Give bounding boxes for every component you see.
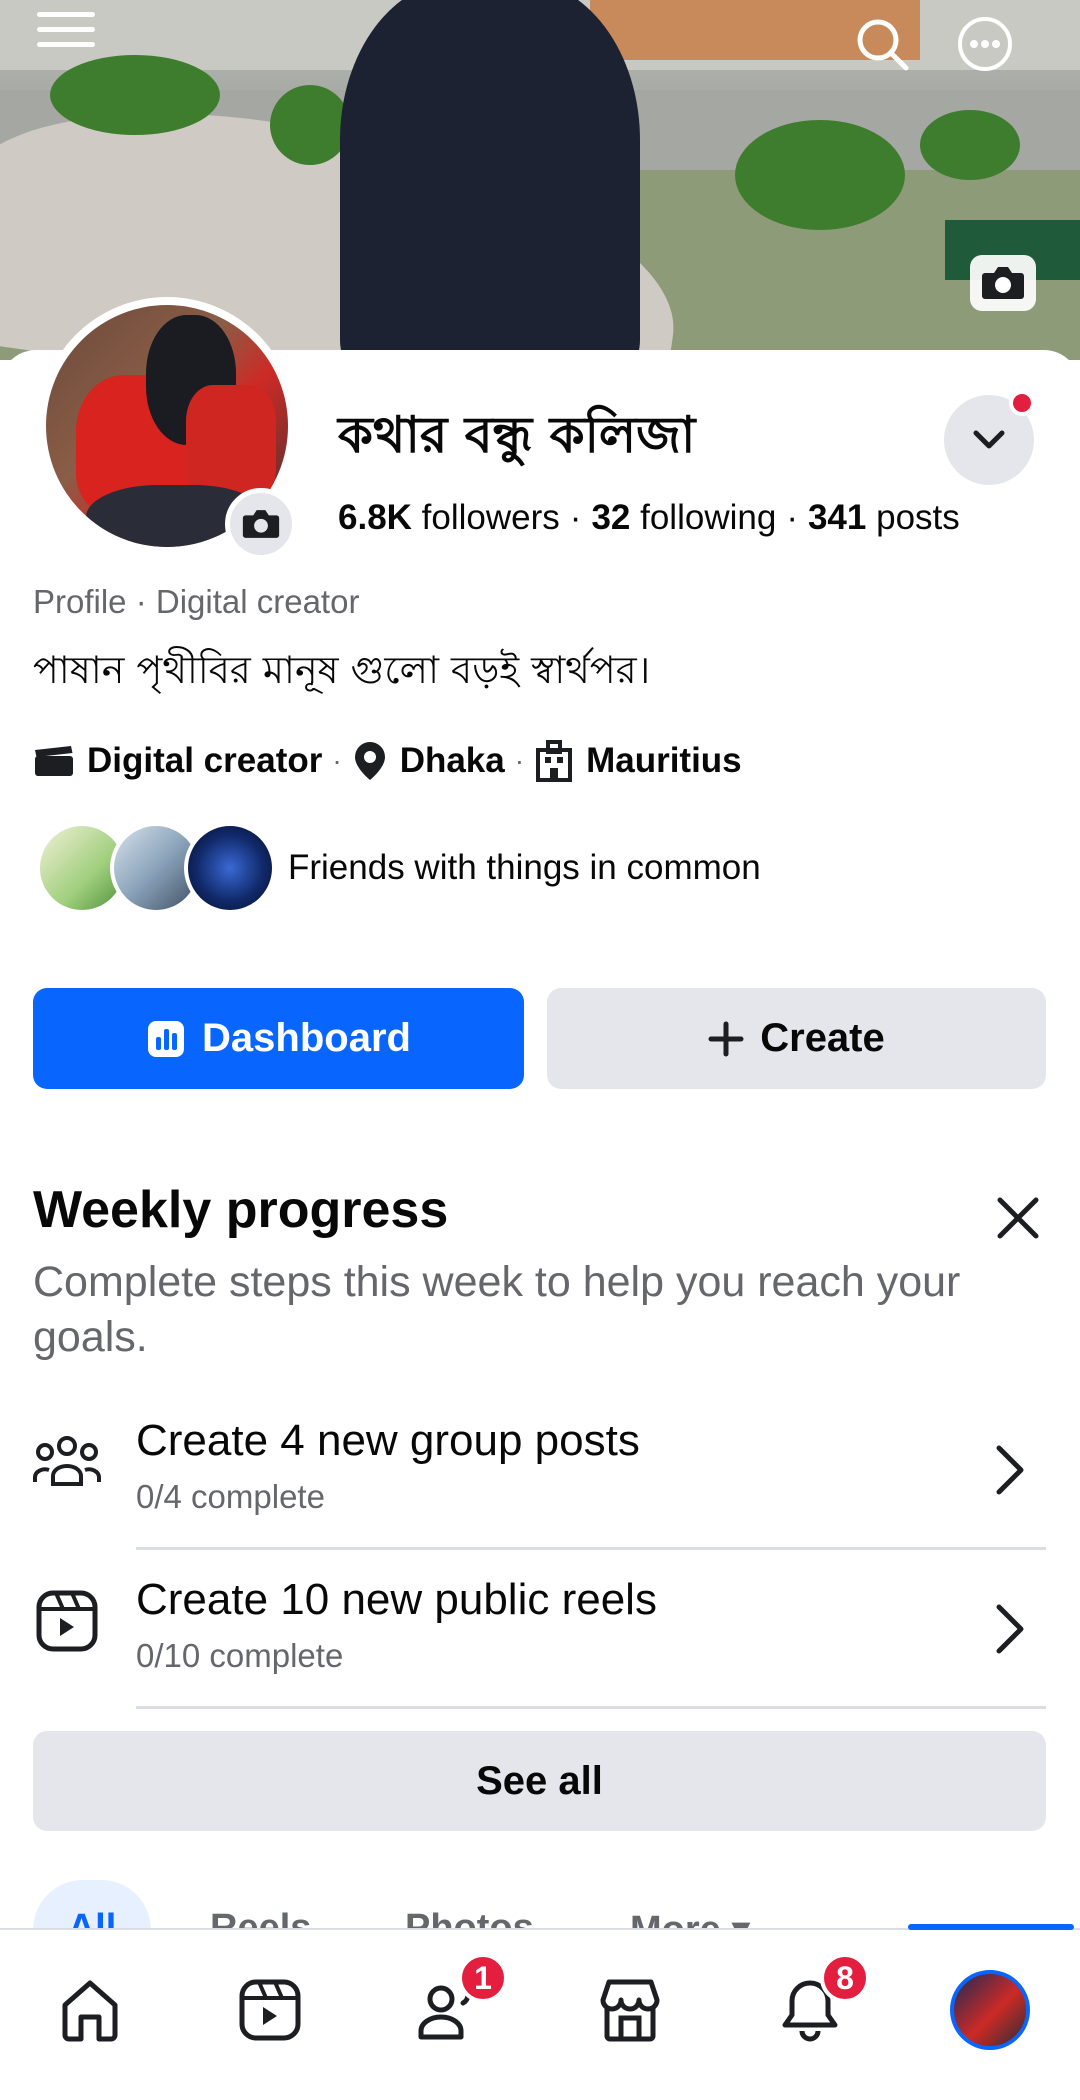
home-icon (62, 1980, 118, 2042)
divider (136, 1547, 1046, 1550)
detail-label: Digital creator (87, 741, 323, 780)
task-title: Create 4 new group posts (136, 1416, 640, 1465)
profile-details: Digital creator · Dhaka · Mauritius (33, 736, 742, 786)
task-title: Create 10 new public reels (136, 1575, 657, 1624)
profile-bio: পাষান পৃথীবির মানূষ গুলো বড়ই স্বার্থপর। (33, 648, 651, 692)
caret-down-icon: ▾ (731, 1909, 751, 1930)
tab-all[interactable]: All (33, 1880, 151, 1930)
profile-name: কথার বন্ধু কলিজা (338, 406, 696, 464)
tab-reels[interactable]: Reels (210, 1907, 311, 1930)
reels-icon (33, 1587, 101, 1655)
see-all-button[interactable]: See all (33, 1731, 1046, 1831)
followers-label[interactable]: followers (422, 498, 560, 537)
notification-dot (1009, 390, 1035, 416)
dashboard-button[interactable]: Dashboard (33, 988, 524, 1089)
dashboard-icon (148, 1020, 185, 1057)
clapperboard-icon (35, 746, 73, 776)
task-item-group-posts[interactable]: Create 4 new group posts 0/4 complete (0, 1400, 1080, 1550)
cover-bush (735, 120, 905, 230)
following-label[interactable]: following (640, 498, 776, 537)
active-tab-indicator (908, 1924, 1074, 1930)
posts-count: 341 (807, 498, 867, 537)
plus-icon (708, 1021, 744, 1056)
chevron-right-icon (985, 1440, 1035, 1500)
close-icon[interactable] (990, 1190, 1046, 1246)
marketplace-icon (600, 1979, 660, 2042)
reels-icon (239, 1979, 301, 2041)
cover-bush (270, 85, 350, 165)
chevron-down-icon (973, 430, 1005, 449)
menu-icon[interactable] (36, 0, 96, 60)
profile-page: কথার বন্ধু কলিজা 6.8K followers · 32 follo… (0, 0, 1080, 2100)
profile-stats: 6.8K followers · 32 following · 341 posts (338, 498, 960, 537)
more-options-icon[interactable] (955, 14, 1015, 74)
detail-label: Dhaka (399, 741, 505, 780)
detail-location: Dhaka (352, 740, 505, 782)
group-icon (33, 1428, 101, 1496)
cover-bush (920, 110, 1020, 180)
create-label: Create (760, 1016, 885, 1060)
nav-reels[interactable] (220, 1960, 320, 2060)
detail-digital-creator: Digital creator (33, 741, 322, 781)
profile-camera-icon[interactable] (225, 488, 297, 560)
notifications-badge: 8 (820, 1953, 870, 2003)
task-item-public-reels[interactable]: Create 10 new public reels 0/10 complete (0, 1559, 1080, 1709)
nav-profile[interactable] (940, 1960, 1040, 2060)
detail-workplace: Mauritius (534, 740, 742, 782)
bottom-navigation: 1 8 (0, 1928, 1080, 2100)
weekly-progress-title: Weekly progress (33, 1181, 449, 1239)
building-icon (536, 740, 573, 782)
task-status: 0/10 complete (136, 1637, 344, 1674)
detail-label: Mauritius (586, 741, 742, 780)
friend-avatar (184, 822, 276, 914)
profile-category: Profile · Digital creator (33, 583, 360, 620)
weekly-progress-subtitle: Complete steps this week to help you rea… (33, 1258, 961, 1361)
task-status: 0/4 complete (136, 1478, 325, 1515)
avatar (950, 1970, 1030, 2050)
profile-tabs: All Reels Photos More ▾ (0, 1880, 1080, 1930)
posts-label: posts (876, 498, 960, 537)
search-icon[interactable] (852, 14, 912, 74)
tab-photos[interactable]: Photos (405, 1907, 534, 1930)
friends-text: Friends with things in common (288, 848, 761, 887)
followers-count[interactable]: 6.8K (338, 498, 412, 537)
dashboard-label: Dashboard (202, 1016, 411, 1060)
following-count[interactable]: 32 (591, 498, 630, 537)
tab-more-label: More (630, 1909, 721, 1930)
cover-figure (340, 0, 640, 360)
location-pin-icon (354, 742, 385, 780)
create-button[interactable]: Create (547, 988, 1046, 1089)
tab-more[interactable]: More ▾ (630, 1907, 750, 1930)
cover-camera-icon[interactable] (970, 255, 1036, 311)
mutual-friends[interactable]: Friends with things in common (36, 820, 761, 916)
nav-home[interactable] (40, 1960, 140, 2060)
chevron-right-icon (985, 1599, 1035, 1659)
nav-marketplace[interactable] (580, 1960, 680, 2060)
friends-badge: 1 (458, 1953, 508, 2003)
divider (136, 1706, 1046, 1709)
cover-bush (50, 55, 220, 135)
